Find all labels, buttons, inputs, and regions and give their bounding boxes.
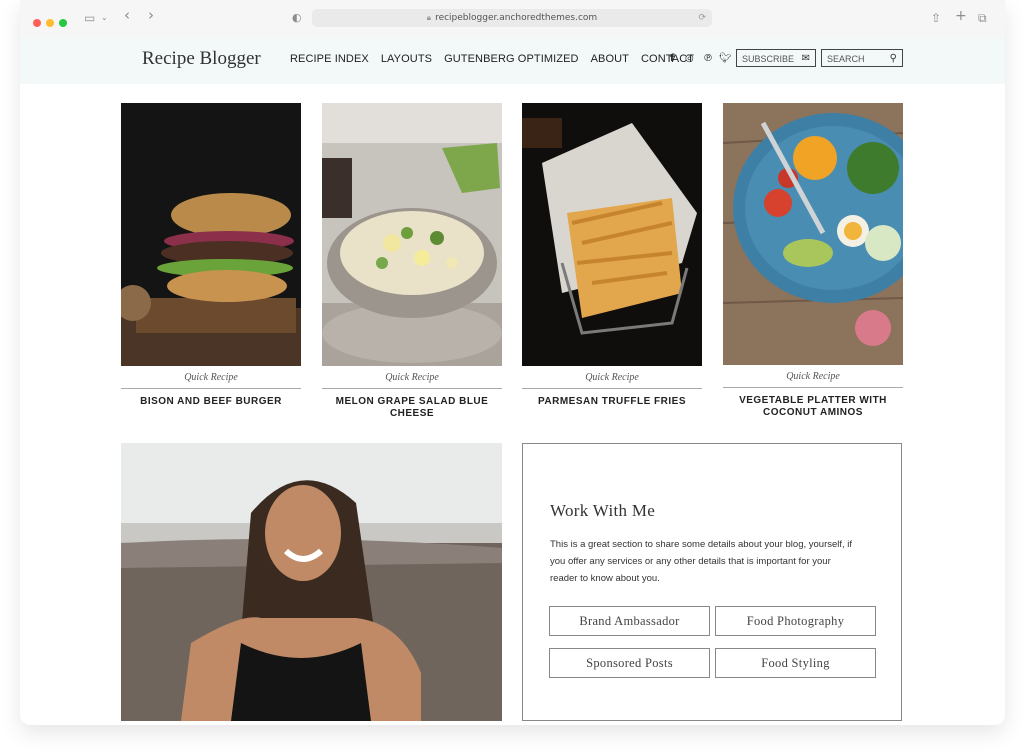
address-bar[interactable]: 🔒︎ recipeblogger.anchoredthemes.com ⟳ (312, 9, 712, 27)
recipe-category[interactable]: Quick Recipe (723, 371, 903, 388)
zoom-window-button[interactable] (59, 19, 67, 27)
main-nav: RECIPE INDEX LAYOUTS GUTENBERG OPTIMIZED AB… (290, 53, 706, 65)
recipe-card[interactable]: Quick Recipe MELON GRAPE SALAD BLUE CHEE… (322, 103, 502, 420)
subscribe-label: SUBSCRIBE (742, 54, 795, 64)
tab-overview-icon[interactable]: ⧉ (978, 9, 987, 27)
recipe-image-burger[interactable] (121, 103, 301, 366)
nav-layouts[interactable]: LAYOUTS (381, 53, 432, 65)
subscribe-button[interactable]: SUBSCRIBE ✉ (736, 49, 816, 67)
translate-reload-icon[interactable]: ⟳ (698, 9, 706, 27)
author-photo (121, 443, 502, 721)
site-header: Recipe Blogger RECIPE INDEX LAYOUTS GUTENB… (20, 37, 1005, 84)
chevron-down-icon[interactable]: ⌄ (101, 9, 108, 27)
nav-recipe-index[interactable]: RECIPE INDEX (290, 53, 369, 65)
forward-icon[interactable]: › (148, 6, 154, 24)
window-controls (33, 14, 72, 32)
recipe-title[interactable]: VEGETABLE PLATTER WITH COCONUT AMINOS (723, 395, 903, 419)
recipe-title[interactable]: PARMESAN TRUFFLE FRIES (522, 396, 702, 408)
service-brand-ambassador-button[interactable]: Brand Ambassador (549, 606, 710, 636)
search-placeholder: SEARCH (827, 54, 865, 64)
site-logo[interactable]: Recipe Blogger (142, 48, 261, 70)
close-window-button[interactable] (33, 19, 41, 27)
recipe-category[interactable]: Quick Recipe (121, 372, 301, 389)
sidebar-toggle-icon[interactable]: ▭ (84, 9, 95, 27)
recipe-category[interactable]: Quick Recipe (322, 372, 502, 389)
nav-about[interactable]: ABOUT (591, 53, 629, 65)
recipe-image-salad[interactable] (322, 103, 502, 366)
recipe-title[interactable]: BISON AND BEEF BURGER (121, 396, 301, 408)
recipe-image-fries[interactable] (522, 103, 702, 366)
lock-icon: 🔒︎ (426, 13, 432, 22)
address-text: recipeblogger.anchoredthemes.com (435, 13, 598, 23)
recipe-image-vegetable-platter[interactable] (723, 103, 903, 365)
work-with-me-description: This is a great section to share some de… (550, 539, 853, 584)
browser-window: ▭ ⌄ ‹ › ◐ 🔒︎ recipeblogger.anchoredthemes… (20, 0, 1005, 725)
nav-gutenberg-optimized[interactable]: GUTENBERG OPTIMIZED (444, 53, 579, 65)
minimize-window-button[interactable] (46, 19, 54, 27)
recipe-title[interactable]: MELON GRAPE SALAD BLUE CHEESE (322, 396, 502, 420)
service-food-styling-button[interactable]: Food Styling (715, 648, 876, 678)
instagram-icon[interactable]: ◎ (685, 53, 694, 64)
browser-toolbar: ▭ ⌄ ‹ › ◐ 🔒︎ recipeblogger.anchoredthemes… (20, 0, 1005, 37)
share-icon[interactable]: ⇧ (931, 9, 941, 27)
search-input[interactable]: SEARCH ⚲ (821, 49, 903, 67)
new-tab-icon[interactable]: + (955, 7, 967, 25)
recipe-category[interactable]: Quick Recipe (522, 372, 702, 389)
service-sponsored-posts-button[interactable]: Sponsored Posts (549, 648, 710, 678)
pinterest-icon[interactable]: ℗ (703, 53, 713, 64)
back-icon[interactable]: ‹ (124, 6, 130, 24)
recipe-card[interactable]: Quick Recipe PARMESAN TRUFFLE FRIES (522, 103, 702, 408)
search-icon: ⚲ (889, 53, 897, 64)
recipe-card[interactable]: Quick Recipe VEGETABLE PLATTER WITH COCO… (723, 103, 903, 419)
privacy-shield-icon[interactable]: ◐ (292, 9, 302, 27)
facebook-icon[interactable]: f (670, 53, 674, 64)
work-with-me-section: Work With Me This is a great section to … (522, 443, 902, 721)
recipe-card[interactable]: Quick Recipe BISON AND BEEF BURGER (121, 103, 301, 408)
service-food-photography-button[interactable]: Food Photography (715, 606, 876, 636)
twitter-icon[interactable]: 🐦︎ (719, 53, 732, 64)
work-with-me-heading: Work With Me (550, 501, 656, 520)
mail-icon: ✉ (801, 53, 810, 64)
